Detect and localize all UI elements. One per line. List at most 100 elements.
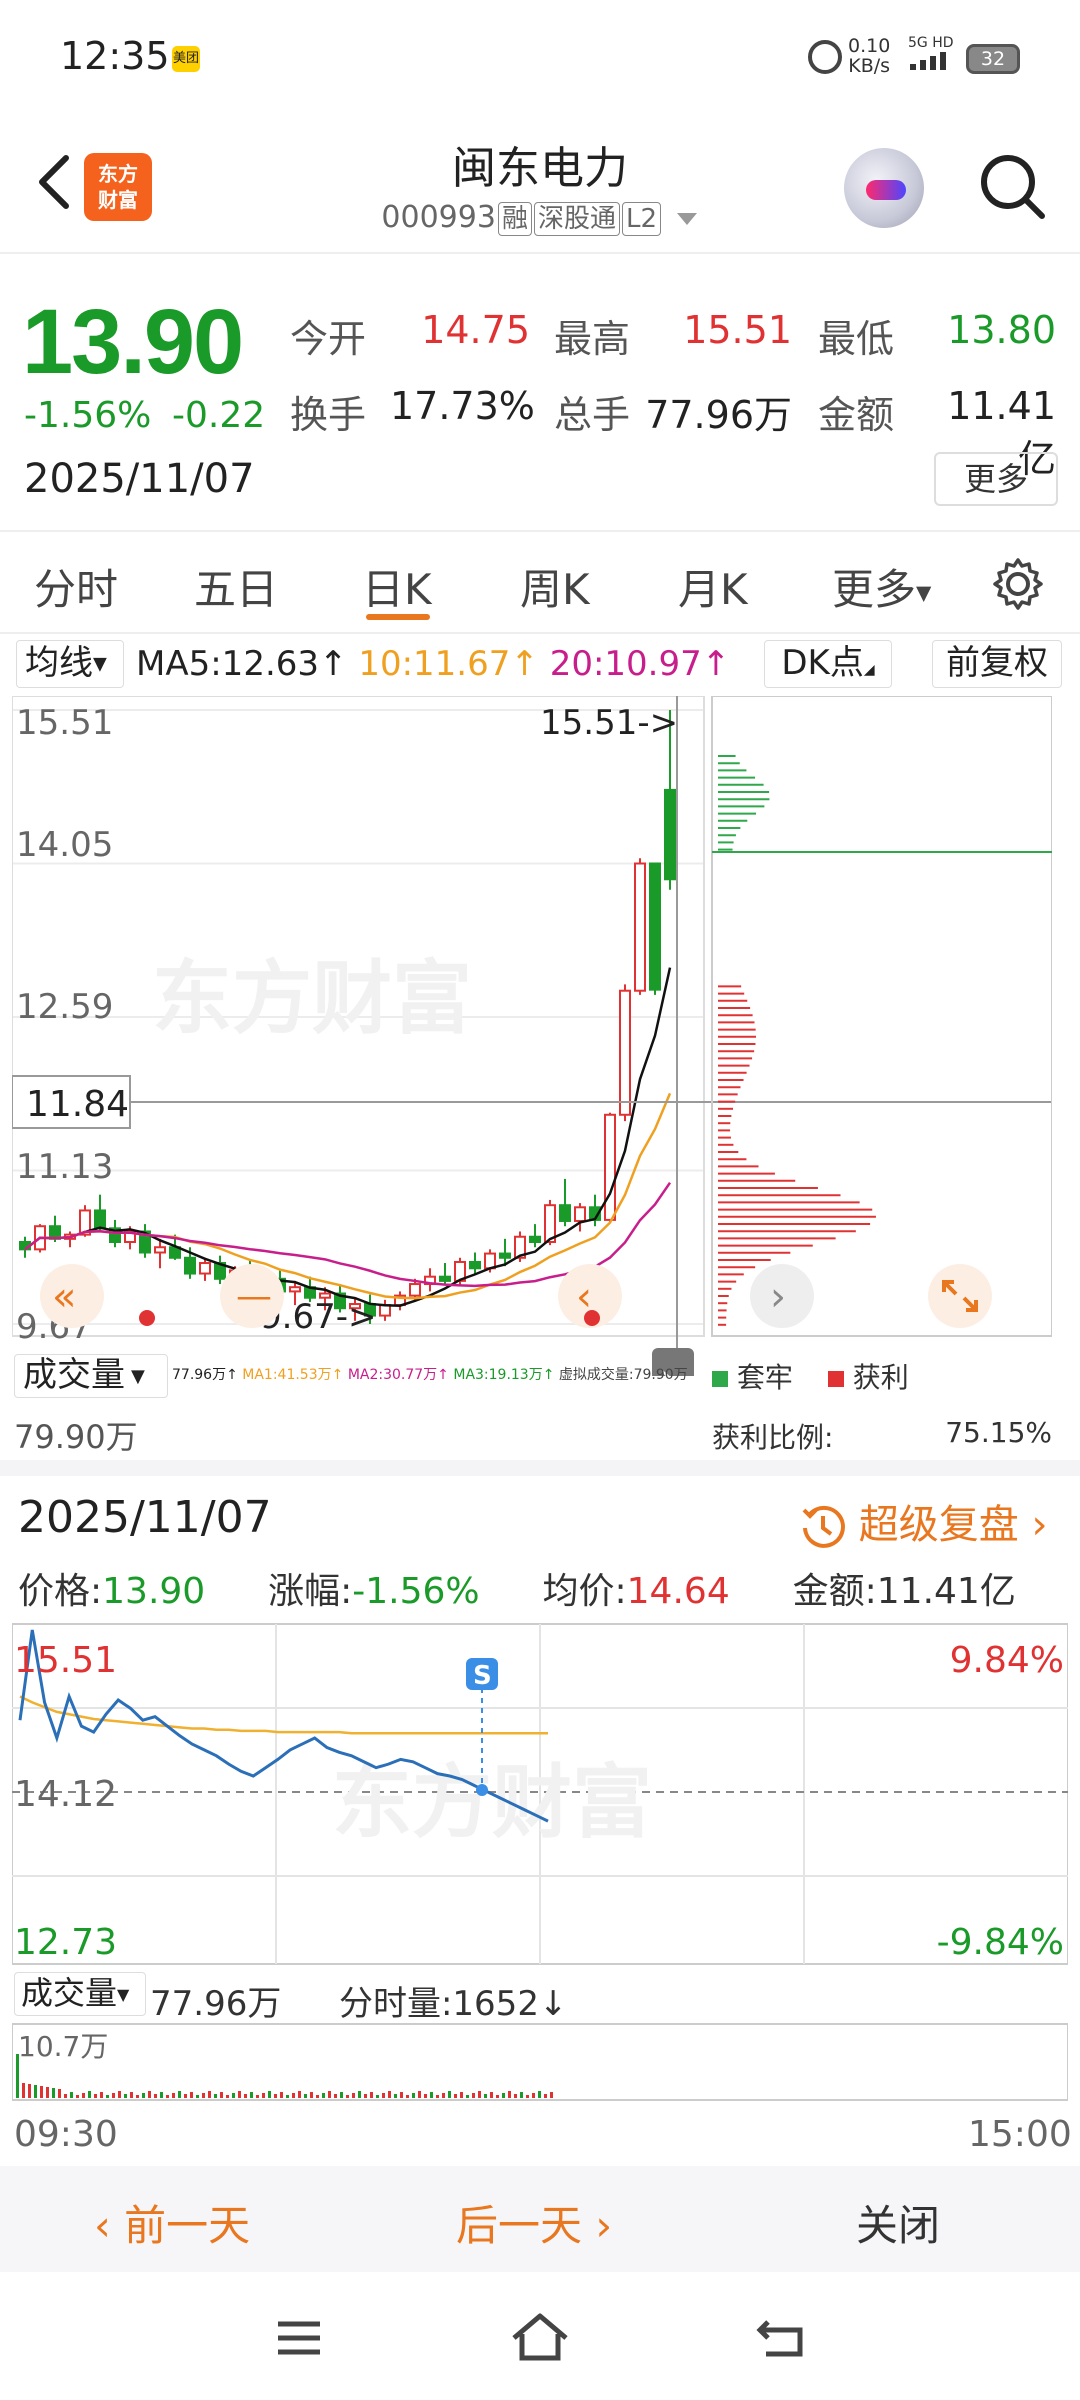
intraday-volume-total: 77.96万 bbox=[150, 1984, 282, 2024]
prev-day-button[interactable]: ‹ 前一天 bbox=[94, 2192, 250, 2253]
intraday-volume-bar bbox=[232, 2093, 235, 2098]
candle bbox=[184, 1256, 196, 1275]
tick-volume: 分时量:1652↓ bbox=[338, 1984, 568, 2024]
robot-visor-icon bbox=[866, 180, 906, 200]
trapped-swatch bbox=[712, 1371, 728, 1387]
bottom-price: 12.73 bbox=[14, 1922, 117, 1963]
change-label: 涨幅: bbox=[268, 1571, 353, 1612]
caret-down-icon: ▼ bbox=[117, 1985, 130, 2004]
net-speed-unit: KB/s bbox=[848, 55, 891, 77]
candle bbox=[484, 1252, 496, 1270]
intraday-chart[interactable]: 东方财富 S 15.51 14.12 12.73 9.84% -9.84% 10… bbox=[12, 1620, 1068, 2120]
tab-daily-k[interactable]: 日K bbox=[362, 556, 432, 617]
candle bbox=[649, 862, 661, 991]
intraday-volume-bar bbox=[256, 2095, 259, 2098]
price-axis: 15.51 14.05 12.59 11.13 9.67 bbox=[16, 703, 113, 1347]
intraday-volume-bar bbox=[82, 2093, 85, 2098]
intraday-volume-bar bbox=[346, 2095, 349, 2098]
dk-point-button[interactable]: DK点◢ bbox=[764, 640, 892, 688]
change-amount: -0.22 bbox=[172, 395, 266, 436]
intraday-volume-bar bbox=[448, 2091, 451, 2098]
intraday-volume-bar bbox=[382, 2093, 385, 2098]
avg-value: 14.64 bbox=[626, 1571, 730, 1612]
intraday-volume-bar bbox=[274, 2094, 277, 2098]
candle bbox=[289, 1286, 301, 1293]
super-review-link[interactable]: 超级复盘 › bbox=[800, 1492, 1047, 1550]
intraday-volume-bar bbox=[328, 2091, 331, 2098]
adjust-button[interactable]: 前复权 bbox=[932, 640, 1062, 688]
intraday-volume-bar bbox=[484, 2094, 487, 2098]
ma-selector[interactable]: 均线▼ bbox=[16, 640, 124, 688]
intraday-volume-bar bbox=[400, 2092, 403, 2098]
home-icon[interactable] bbox=[510, 2312, 570, 2364]
back-nav-icon[interactable] bbox=[754, 2314, 808, 2360]
turnover-label: 换手 bbox=[290, 393, 367, 437]
high-label: 最高 bbox=[554, 317, 631, 361]
stock-code-row[interactable]: 000993 融深股通 L2 bbox=[320, 200, 760, 236]
menu-icon[interactable] bbox=[274, 2318, 324, 2358]
candle bbox=[439, 1275, 451, 1282]
tag-level2: L2 bbox=[621, 202, 662, 236]
watermark: 东方财富 bbox=[152, 952, 472, 1045]
intraday-date: 2025/11/07 bbox=[18, 1492, 272, 1543]
eastmoney-logo: 东方 财富 bbox=[84, 153, 152, 221]
change-value: -1.56% bbox=[352, 1571, 480, 1612]
back-icon[interactable] bbox=[26, 152, 86, 212]
intraday-volume-bar bbox=[478, 2091, 481, 2098]
gear-icon[interactable] bbox=[990, 556, 1046, 612]
network-type: 5G HD bbox=[908, 35, 954, 51]
tab-more-caret-icon: ▼ bbox=[916, 580, 932, 605]
intraday-volume-bar bbox=[268, 2091, 271, 2098]
price-tick: 11.13 bbox=[16, 1147, 113, 1187]
turnover-value: 17.73% bbox=[390, 384, 535, 428]
close-button[interactable]: 关闭 bbox=[856, 2192, 940, 2253]
volume-max-label: 79.90万 bbox=[14, 1418, 138, 1456]
more-quote-button[interactable]: 更多 bbox=[934, 452, 1058, 506]
intraday-volume-bar bbox=[118, 2091, 121, 2098]
candle bbox=[634, 862, 646, 992]
caret-down-icon: ▼ bbox=[93, 653, 107, 675]
volume-label: 总手 bbox=[554, 393, 631, 437]
candle bbox=[499, 1252, 511, 1259]
next-day-button[interactable]: 后一天 › bbox=[456, 2192, 612, 2253]
intraday-volume-bar bbox=[334, 2094, 337, 2098]
candle bbox=[94, 1209, 106, 1230]
next-day-label: 后一天 bbox=[456, 2201, 583, 2250]
intraday-volume-selector[interactable]: 成交量▼ bbox=[14, 1972, 146, 2016]
tab-monthly-k[interactable]: 月K bbox=[678, 556, 748, 617]
tab-more-label: 更多 bbox=[832, 565, 917, 614]
fullscreen-button[interactable] bbox=[928, 1264, 992, 1328]
intraday-volume-bar bbox=[196, 2095, 199, 2098]
intraday-volume-bar bbox=[190, 2092, 193, 2098]
candle bbox=[154, 1246, 166, 1254]
amount-label: 金额 bbox=[818, 393, 895, 437]
battery-icon: 32 bbox=[966, 44, 1020, 74]
candle bbox=[379, 1304, 391, 1317]
intraday-volume-bar bbox=[148, 2091, 151, 2098]
quote-divider bbox=[0, 530, 1080, 532]
tab-five-day[interactable]: 五日 bbox=[194, 556, 278, 617]
volume-selector[interactable]: 成交量 ▼ bbox=[14, 1354, 168, 1398]
stock-name: 闽东电力 bbox=[452, 143, 628, 194]
chevron-right-icon: › bbox=[770, 1274, 786, 1320]
tab-intraday[interactable]: 分时 bbox=[34, 556, 118, 617]
search-icon[interactable] bbox=[978, 152, 1048, 222]
tab-weekly-k[interactable]: 周K bbox=[520, 556, 590, 617]
intraday-volume-bar bbox=[292, 2093, 295, 2098]
open-label: 今开 bbox=[290, 317, 367, 361]
profit-swatch bbox=[827, 1371, 844, 1387]
intraday-volume-bar bbox=[172, 2093, 175, 2098]
kline-chart[interactable]: 东方财富 15.51 14.05 12.59 11.13 9.67 11.84 … bbox=[12, 696, 1052, 1376]
ma20-value: 20:10.97↑ bbox=[549, 644, 731, 684]
volume-ma3: MA3:19.13万↑ bbox=[453, 1367, 555, 1383]
intraday-volume-bar bbox=[340, 2092, 343, 2098]
intraday-volume-bar bbox=[388, 2091, 391, 2098]
top-pct: 9.84% bbox=[950, 1640, 1064, 1681]
tab-more[interactable]: 更多▼ bbox=[832, 556, 931, 617]
current-price: 13.90 bbox=[22, 291, 244, 393]
intraday-volume-bar bbox=[508, 2091, 511, 2098]
intraday-volume-bar bbox=[100, 2092, 103, 2098]
intraday-volume-bar bbox=[250, 2092, 253, 2098]
high-marker: 15.51-> bbox=[540, 703, 678, 743]
super-review-label: 超级复盘 bbox=[858, 1502, 1019, 1548]
